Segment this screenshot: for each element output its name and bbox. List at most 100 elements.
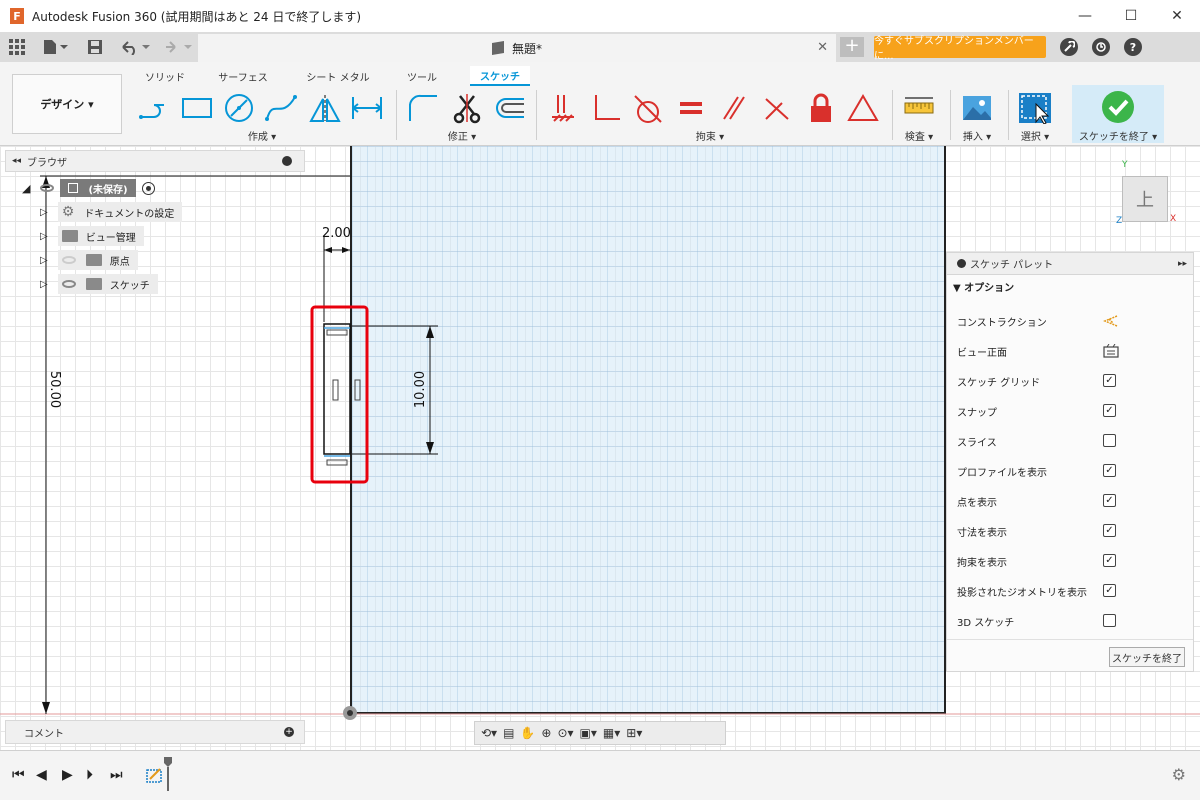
timeline-sketch-feature-icon[interactable] [146, 765, 164, 785]
circle-tool-icon[interactable] [222, 92, 256, 124]
minimize-button[interactable]: — [1062, 0, 1108, 32]
snap-checkbox[interactable]: ✓ [1103, 404, 1116, 417]
collinear-constraint-icon[interactable] [760, 92, 794, 124]
tree-item-sketches[interactable]: ▷ スケッチ [40, 274, 158, 294]
show-dimensions-checkbox[interactable]: ✓ [1103, 524, 1116, 537]
go-to-end-icon[interactable]: ⏭ [110, 767, 123, 783]
maximize-button[interactable]: ☐ [1108, 0, 1154, 32]
redo-icon[interactable] [160, 37, 194, 57]
construction-icon[interactable] [1103, 314, 1119, 331]
step-back-icon[interactable]: ◀ [36, 767, 47, 783]
insert-image-icon[interactable] [960, 92, 994, 124]
palette-row-sketch-grid[interactable]: スケッチ グリッド ✓ [957, 371, 1187, 391]
subscription-button[interactable]: 今すぐサブスクリプションメンバーに... [874, 36, 1046, 62]
parallel-constraint-icon[interactable] [716, 92, 750, 124]
select-tool-icon[interactable] [1018, 92, 1052, 124]
dimension-tool-icon[interactable] [350, 92, 384, 124]
viewcube[interactable]: 上 [1122, 176, 1168, 222]
collapse-browser-icon[interactable]: ◂◂ [12, 156, 21, 166]
width-dimension-value[interactable]: 2.00 [322, 226, 351, 241]
3d-sketch-checkbox[interactable] [1103, 614, 1116, 627]
show-profile-checkbox[interactable]: ✓ [1103, 464, 1116, 477]
tab-sketch[interactable]: スケッチ [470, 66, 530, 86]
collapse-triangle-icon[interactable]: ◢ [22, 182, 30, 195]
new-tab-button[interactable]: + [840, 37, 864, 57]
palette-row-look-at[interactable]: ビュー正面 [957, 341, 1187, 361]
tree-root-row[interactable]: ◢ (未保存) [22, 178, 155, 198]
palette-row-show-points[interactable]: 点を表示 ✓ [957, 491, 1187, 511]
tab-tools[interactable]: ツール [402, 66, 442, 86]
grid-settings-icon[interactable]: ▦▾ [603, 726, 620, 740]
tree-item-view-manager[interactable]: ▷ ビュー管理 [40, 226, 144, 246]
palette-row-slice[interactable]: スライス [957, 431, 1187, 451]
coincident-constraint-icon[interactable] [546, 92, 580, 124]
equal-constraint-icon[interactable] [674, 92, 708, 124]
apps-grid-icon[interactable] [8, 37, 26, 57]
line-tool-icon[interactable] [136, 92, 170, 124]
measure-ruler-icon[interactable] [902, 92, 936, 124]
perpendicular-constraint-icon[interactable] [590, 92, 624, 124]
constraints-group-label[interactable]: 拘束 ▾ [680, 128, 740, 143]
fit-icon[interactable]: ⊙▾ [557, 726, 573, 740]
step-forward-icon[interactable]: ⏵ [86, 767, 93, 783]
palette-row-show-dimensions[interactable]: 寸法を表示 ✓ [957, 521, 1187, 541]
hidden-eye-icon[interactable] [61, 256, 76, 264]
select-group-label[interactable]: 選択 ▾ [1012, 128, 1058, 143]
expand-triangle-icon[interactable]: ▷ [40, 279, 48, 290]
visibility-eye-icon[interactable] [61, 280, 76, 288]
close-window-button[interactable]: ✕ [1154, 0, 1200, 32]
timeline-marker[interactable] [164, 757, 172, 791]
palette-row-3d-sketch[interactable]: 3D スケッチ [957, 611, 1187, 631]
finish-sketch-button[interactable]: スケッチを終了 [1109, 647, 1185, 667]
show-points-checkbox[interactable]: ✓ [1103, 494, 1116, 507]
insert-group-label[interactable]: 挿入 ▾ [954, 128, 1000, 143]
palette-row-show-constraints[interactable]: 拘束を表示 ✓ [957, 551, 1187, 571]
palette-row-show-profile[interactable]: プロファイルを表示 ✓ [957, 461, 1187, 481]
vertical-dimension-value[interactable]: 50.00 [47, 371, 62, 408]
finish-sketch-group-label[interactable]: スケッチを終了 ▾ [1074, 128, 1162, 143]
play-icon[interactable]: ▶ [62, 767, 73, 783]
spline-tool-icon[interactable] [264, 92, 298, 124]
pan-hand-icon[interactable]: ✋ [520, 726, 535, 740]
tree-item-document-settings[interactable]: ▷ ⚙ ドキュメントの設定 [40, 202, 183, 222]
notifications-clock-icon[interactable] [1092, 38, 1110, 56]
help-icon[interactable]: ? [1124, 38, 1142, 56]
create-group-label[interactable]: 作成 ▾ [232, 128, 292, 143]
save-icon[interactable] [86, 37, 104, 57]
close-tab-icon[interactable]: ✕ [817, 40, 828, 55]
rectangle-tool-icon[interactable] [180, 92, 214, 124]
job-status-icon[interactable] [1060, 38, 1078, 56]
browser-minus-icon[interactable] [282, 156, 292, 166]
height-dimension-value[interactable]: 10.00 [413, 371, 428, 408]
tab-solid[interactable]: ソリッド [140, 66, 190, 86]
show-constraints-checkbox[interactable]: ✓ [1103, 554, 1116, 567]
activate-radio-icon[interactable] [141, 181, 155, 195]
orbit-icon[interactable]: ⟲▾ [481, 726, 497, 740]
file-menu-icon[interactable] [40, 37, 70, 57]
mirror-tool-icon[interactable] [308, 92, 342, 124]
fix-lock-constraint-icon[interactable] [804, 92, 838, 124]
workspace-switcher-button[interactable]: デザイン ▾ [12, 74, 122, 134]
display-settings-icon[interactable]: ▣▾ [580, 726, 597, 740]
symmetric-triangle-constraint-icon[interactable] [846, 92, 880, 124]
go-to-start-icon[interactable]: ⏮ [12, 767, 25, 783]
finish-sketch-check-icon[interactable] [1100, 89, 1136, 125]
modify-group-label[interactable]: 修正 ▾ [432, 128, 492, 143]
tangent-constraint-icon[interactable] [632, 92, 666, 124]
timeline-settings-gear-icon[interactable]: ⚙ [1172, 765, 1186, 784]
add-comment-icon[interactable]: + [284, 727, 294, 737]
expand-triangle-icon[interactable]: ▷ [40, 255, 48, 266]
slice-checkbox[interactable] [1103, 434, 1116, 447]
visibility-eye-icon[interactable] [40, 184, 55, 192]
viewports-icon[interactable]: ⊞▾ [626, 726, 642, 740]
show-projected-geometry-checkbox[interactable]: ✓ [1103, 584, 1116, 597]
undo-icon[interactable] [118, 37, 152, 57]
expand-triangle-icon[interactable]: ▷ [40, 231, 48, 242]
tab-surface[interactable]: サーフェス [214, 66, 272, 86]
palette-row-show-projected-geometry[interactable]: 投影されたジオメトリを表示 ✓ [957, 581, 1187, 601]
zoom-icon[interactable]: ⊕ [541, 726, 551, 740]
palette-row-construction[interactable]: コンストラクション [957, 311, 1187, 331]
expand-palette-icon[interactable]: ▸▸ [1178, 259, 1187, 269]
palette-row-snap[interactable]: スナップ ✓ [957, 401, 1187, 421]
expand-triangle-icon[interactable]: ▷ [40, 207, 48, 218]
